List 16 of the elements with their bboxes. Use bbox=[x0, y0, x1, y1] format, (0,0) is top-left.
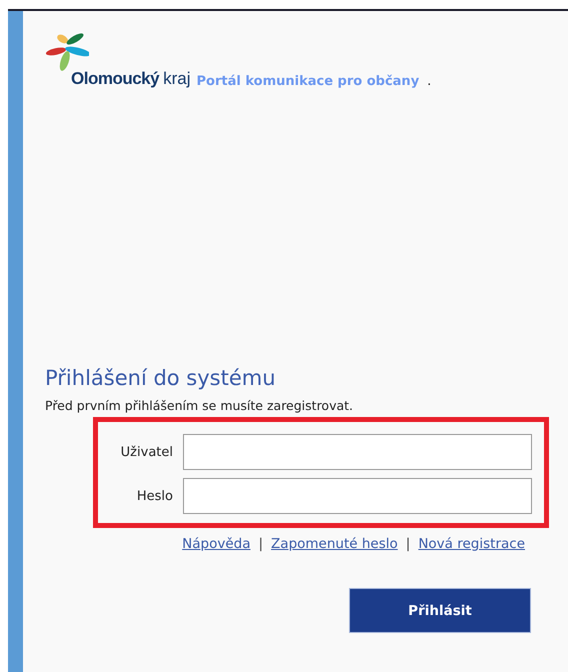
field-label: Heslo bbox=[136, 488, 173, 504]
login-button[interactable]: Přihlásit bbox=[349, 588, 531, 633]
logo-name: Olomoucký bbox=[71, 69, 160, 89]
portal-title: Portál komunikace pro občany bbox=[196, 74, 420, 90]
footer-link[interactable]: Nová registrace bbox=[418, 536, 525, 552]
footer-link[interactable]: Zapomenuté heslo bbox=[271, 536, 398, 552]
logo-region: kraj bbox=[163, 69, 190, 89]
link-separator: | bbox=[406, 536, 410, 552]
login-heading: Přihlášení do systému bbox=[45, 365, 277, 392]
link-separator: | bbox=[258, 536, 264, 552]
input-field[interactable] bbox=[183, 478, 532, 514]
footer-link[interactable]: Nápověda bbox=[182, 536, 250, 552]
input-field[interactable] bbox=[183, 434, 532, 470]
field-label: Uživatel bbox=[120, 444, 173, 460]
registration-note: Před prvním přihlášením se musíte zaregistrovat. bbox=[45, 398, 354, 414]
title-dot: . bbox=[427, 74, 432, 90]
